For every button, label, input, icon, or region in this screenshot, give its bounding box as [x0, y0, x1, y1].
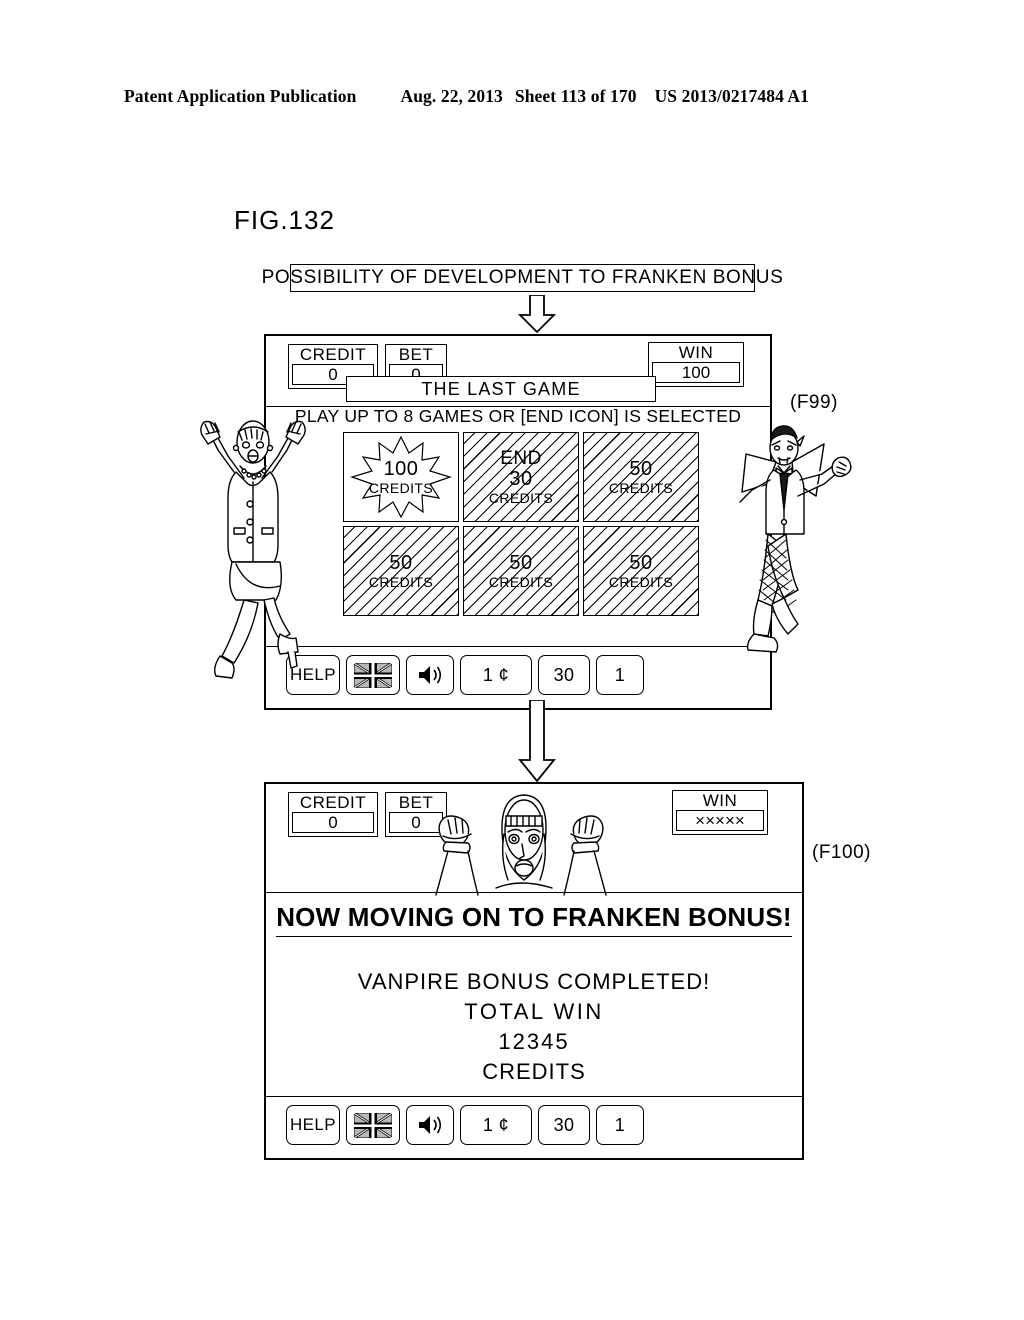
sheet-number: Sheet 113 of 170	[514, 86, 637, 106]
prize-unit: CREDITS	[488, 489, 554, 506]
prize-unit: CREDITS	[608, 573, 674, 590]
prize-amount: 30	[509, 467, 533, 490]
prize-unit: CREDITS	[368, 573, 434, 590]
bet-button[interactable]: 1	[596, 655, 644, 695]
prize-amount: 100	[383, 457, 419, 480]
last-game-banner: THE LAST GAME	[346, 376, 656, 402]
prize-tile[interactable]: 50 CREDITS	[343, 526, 459, 616]
woman-character-illustration	[192, 412, 322, 692]
down-block-arrow-middle	[518, 700, 556, 782]
end-icon-label: END	[500, 447, 542, 469]
speaker-icon	[419, 1116, 442, 1134]
instruction-text: PLAY UP TO 8 GAMES OR [END ICON] IS SELE…	[294, 406, 742, 426]
figure-reference-f100: (F100)	[812, 842, 871, 863]
publication-header: Patent Application Publication Aug. 22, …	[124, 86, 914, 107]
game-screen-f99: CREDIT 0 BET 0 WIN 100 THE LAST GAME PLA…	[264, 334, 772, 710]
sound-button[interactable]	[406, 1105, 454, 1145]
prize-amount: 50	[629, 551, 653, 574]
bonus-line-1: VANPIRE BONUS COMPLETED!	[357, 969, 711, 994]
meter-row-f99: CREDIT 0 BET 0 WIN 100 THE LAST GAME	[266, 336, 770, 402]
monster-character-illustration	[418, 790, 648, 896]
bonus-line-3: 12345	[498, 1029, 570, 1054]
win-value: 100	[652, 362, 740, 383]
lines-button[interactable]: 30	[538, 655, 590, 695]
language-flag-button[interactable]	[346, 1105, 400, 1145]
uk-flag-icon	[354, 662, 392, 688]
win-value: ×××××	[676, 810, 764, 831]
bottom-toolbar-f99: HELP 1 ¢ 30 1	[266, 646, 770, 708]
prize-tile[interactable]: 50 CREDITS	[463, 526, 579, 616]
prize-unit: CREDITS	[368, 479, 434, 496]
last-game-text: THE LAST GAME	[421, 378, 581, 399]
win-meter: WIN ×××××	[672, 790, 768, 835]
lines-button[interactable]: 30	[538, 1105, 590, 1145]
publication-date: Aug. 22, 2013	[400, 86, 503, 106]
bonus-message-panel: NOW MOVING ON TO FRANKEN BONUS! VANPIRE …	[266, 902, 802, 1087]
figure-label: FIG.132	[234, 205, 335, 235]
win-meter: WIN 100	[648, 342, 744, 387]
speaker-icon	[419, 666, 442, 684]
bonus-detail-lines: VANPIRE BONUS COMPLETED! TOTAL WIN 12345…	[266, 967, 802, 1087]
prize-amount: 50	[509, 551, 533, 574]
win-label: WIN	[678, 343, 714, 362]
credit-meter: CREDIT 0	[288, 792, 378, 837]
prize-tile-grid: 100 CREDITS END 30 CREDITS 50 CREDITS 50…	[343, 432, 699, 616]
bet-button[interactable]: 1	[596, 1105, 644, 1145]
bonus-line-4: CREDITS	[482, 1059, 586, 1084]
callout-text: POSSIBILITY OF DEVELOPMENT TO FRANKEN BO…	[261, 267, 784, 288]
vampire-character-illustration	[738, 418, 856, 666]
prize-amount: 50	[389, 551, 413, 574]
prize-tile-end[interactable]: END 30 CREDITS	[463, 432, 579, 522]
publication-title: Patent Application Publication	[124, 86, 357, 106]
bet-label: BET	[398, 345, 434, 364]
figure-reference-f99: (F99)	[790, 392, 838, 413]
bonus-line-2: TOTAL WIN	[464, 999, 604, 1024]
down-block-arrow-top	[518, 295, 556, 333]
language-flag-button[interactable]	[346, 655, 400, 695]
denomination-button[interactable]: 1 ¢	[460, 655, 532, 695]
credit-label: CREDIT	[299, 793, 367, 812]
denomination-button[interactable]: 1 ¢	[460, 1105, 532, 1145]
prize-tile[interactable]: 100 CREDITS	[343, 432, 459, 522]
credit-value: 0	[292, 812, 374, 833]
bottom-toolbar-f100: HELP 1 ¢ 30 1	[266, 1096, 802, 1158]
uk-flag-icon	[354, 1112, 392, 1138]
prize-unit: CREDITS	[488, 573, 554, 590]
prize-tile[interactable]: 50 CREDITS	[583, 432, 699, 522]
patent-number: US 2013/0217484 A1	[654, 86, 810, 106]
help-button[interactable]: HELP	[286, 1105, 340, 1145]
callout-box: POSSIBILITY OF DEVELOPMENT TO FRANKEN BO…	[262, 264, 783, 292]
sound-button[interactable]	[406, 655, 454, 695]
win-label: WIN	[702, 791, 738, 810]
prize-tile[interactable]: 50 CREDITS	[583, 526, 699, 616]
bonus-headline: NOW MOVING ON TO FRANKEN BONUS!	[276, 902, 792, 937]
prize-amount: 50	[629, 457, 653, 480]
credit-label: CREDIT	[299, 345, 367, 364]
prize-unit: CREDITS	[608, 479, 674, 496]
